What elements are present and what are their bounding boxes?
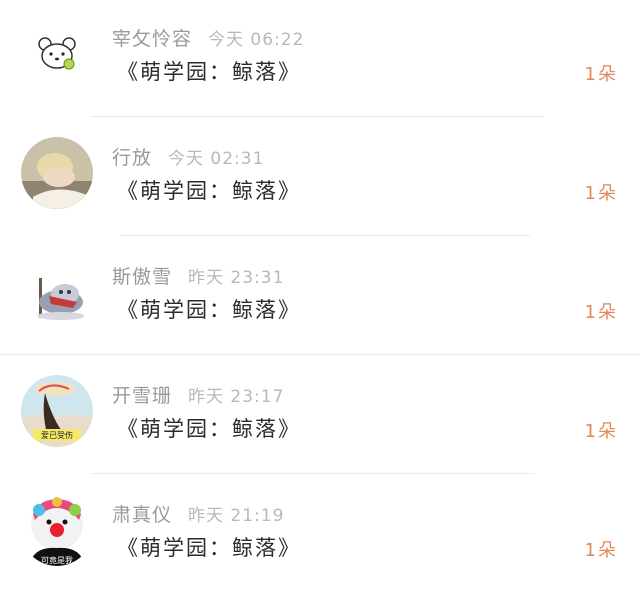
timestamp: 昨天 21:19 <box>188 506 285 526</box>
user-photo: 爱已受伤 <box>21 375 93 447</box>
message-text: 《萌学园：鲸落》 <box>117 60 301 84</box>
message-text: 《萌学园：鲸落》 <box>117 298 301 322</box>
flower-count: 1朵 <box>584 540 618 561</box>
message-text: 《萌学园：鲸落》 <box>117 179 301 203</box>
message-meta: 宰攵怜容 今天 06:22 <box>112 24 305 50</box>
clown-icon: 可竟是我 <box>29 497 85 566</box>
message-text: 《萌学园：鲸落》 <box>117 536 301 560</box>
avatar-caption: 爱已受伤 <box>41 430 73 440</box>
flower-count: 1朵 <box>584 302 618 323</box>
divider <box>90 473 535 474</box>
sender-name[interactable]: 宰攵怜容 <box>112 28 192 50</box>
divider <box>0 354 640 355</box>
avatar[interactable] <box>21 256 93 328</box>
message-meta: 肃真仪 昨天 21:19 <box>112 500 285 526</box>
flower-count: 1朵 <box>584 421 618 442</box>
avatar[interactable]: 可竟是我 <box>21 494 93 566</box>
bear-icon <box>38 37 76 70</box>
message-meta: 开雪珊 昨天 23:17 <box>112 381 285 407</box>
list-item[interactable]: 行放 今天 02:31 《萌学园：鲸落》 1朵 <box>0 119 640 238</box>
list-item[interactable]: 宰攵怜容 今天 06:22 《萌学园：鲸落》 1朵 <box>0 0 640 119</box>
divider <box>120 235 530 236</box>
message-meta: 斯傲雪 昨天 23:31 <box>112 262 285 288</box>
avatar[interactable] <box>21 137 93 209</box>
list-item[interactable]: 斯傲雪 昨天 23:31 《萌学园：鲸落》 1朵 <box>0 238 640 357</box>
user-photo <box>21 137 93 209</box>
sender-name[interactable]: 开雪珊 <box>112 385 172 407</box>
timestamp: 昨天 23:31 <box>188 268 285 288</box>
avatar-caption: 可竟是我 <box>41 555 73 565</box>
message-text: 《萌学园：鲸落》 <box>117 417 301 441</box>
sender-name[interactable]: 斯傲雪 <box>112 266 172 288</box>
divider <box>90 116 544 117</box>
list-item[interactable]: 可竟是我 肃真仪 昨天 21:19 《萌学园：鲸落》 1朵 <box>0 476 640 594</box>
avatar[interactable] <box>21 18 93 90</box>
flower-count: 1朵 <box>584 183 618 204</box>
sender-name[interactable]: 肃真仪 <box>112 504 172 526</box>
timestamp: 昨天 23:17 <box>188 387 285 407</box>
avatar[interactable]: 爱已受伤 <box>21 375 93 447</box>
flower-count: 1朵 <box>584 64 618 85</box>
sender-name[interactable]: 行放 <box>112 147 152 169</box>
list-item[interactable]: 爱已受伤 开雪珊 昨天 23:17 《萌学园：鲸落》 1朵 <box>0 357 640 476</box>
character-icon <box>37 278 85 320</box>
timestamp: 今天 02:31 <box>168 149 265 169</box>
message-meta: 行放 今天 02:31 <box>112 143 265 169</box>
message-list: 宰攵怜容 今天 06:22 《萌学园：鲸落》 1朵 行放 今天 02:31 《萌学园… <box>0 0 640 594</box>
timestamp: 今天 06:22 <box>208 30 305 50</box>
